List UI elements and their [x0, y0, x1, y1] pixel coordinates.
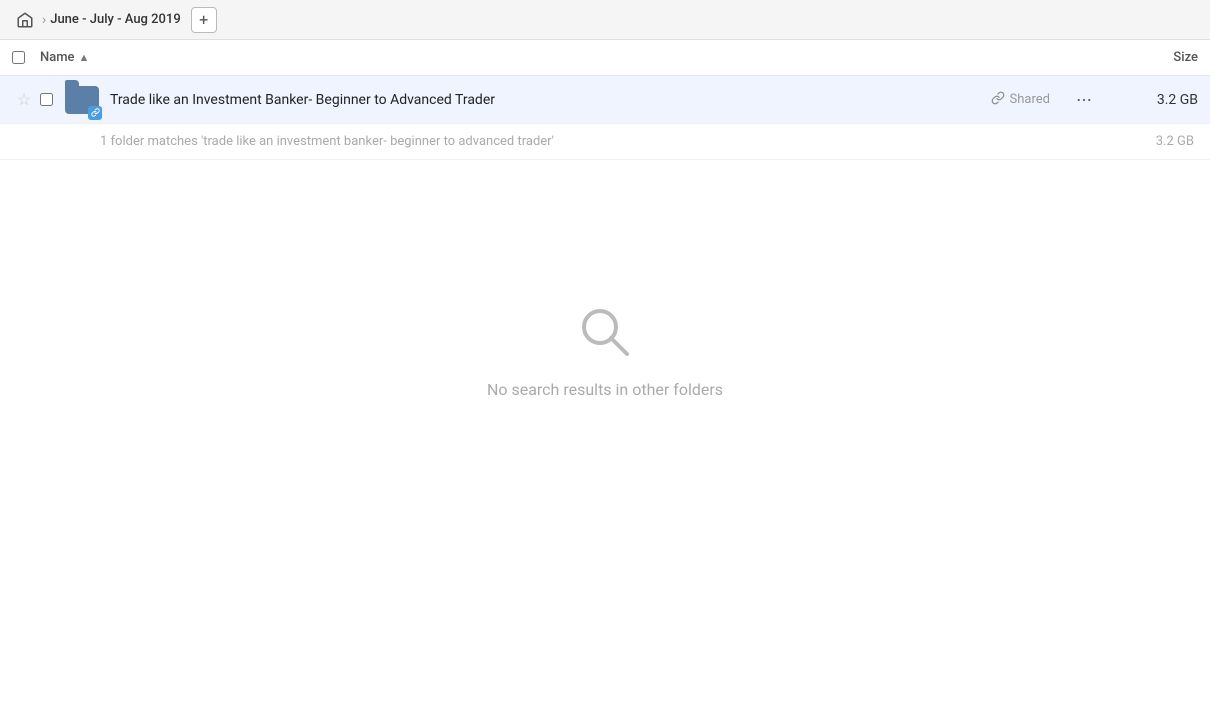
sort-arrow-icon: ▲: [79, 51, 90, 64]
add-tab-button[interactable]: +: [191, 7, 217, 33]
home-button[interactable]: [12, 7, 38, 33]
name-column-header[interactable]: Name ▲: [40, 50, 1118, 65]
shared-badge: Shared: [991, 91, 1050, 109]
folder-icon-wrap: [64, 82, 100, 118]
select-all-input[interactable]: [12, 51, 25, 64]
breadcrumb-title: June - July - Aug 2019: [50, 12, 180, 27]
empty-state-message: No search results in other folders: [487, 380, 723, 399]
empty-search-icon: [573, 300, 637, 364]
more-options-button[interactable]: [1070, 86, 1098, 114]
select-all-checkbox[interactable]: [12, 51, 40, 64]
match-info-row: 1 folder matches 'trade like an investme…: [0, 124, 1210, 160]
row-checkbox[interactable]: [40, 93, 64, 106]
link-badge-icon: [88, 106, 102, 120]
star-button[interactable]: ☆: [12, 90, 36, 109]
column-header-row: Name ▲ Size: [0, 40, 1210, 76]
row-checkbox-input[interactable]: [40, 93, 53, 106]
shared-link-icon: [991, 91, 1005, 109]
file-name-label: Trade like an Investment Banker- Beginne…: [110, 92, 991, 108]
breadcrumb-separator: ›: [42, 12, 46, 28]
shared-label: Shared: [1010, 92, 1050, 107]
empty-state: No search results in other folders: [0, 260, 1210, 439]
size-column-header: Size: [1118, 50, 1198, 65]
match-info-size: 3.2 GB: [1114, 134, 1194, 149]
file-size-label: 3.2 GB: [1118, 92, 1198, 108]
breadcrumb-bar: › June - July - Aug 2019 +: [0, 0, 1210, 40]
star-icon: ☆: [17, 90, 31, 109]
name-column-label: Name: [40, 50, 75, 65]
file-list-item[interactable]: ☆ Trade like an Investment Banker- Begin…: [0, 76, 1210, 124]
match-info-text: 1 folder matches 'trade like an investme…: [100, 134, 1114, 149]
